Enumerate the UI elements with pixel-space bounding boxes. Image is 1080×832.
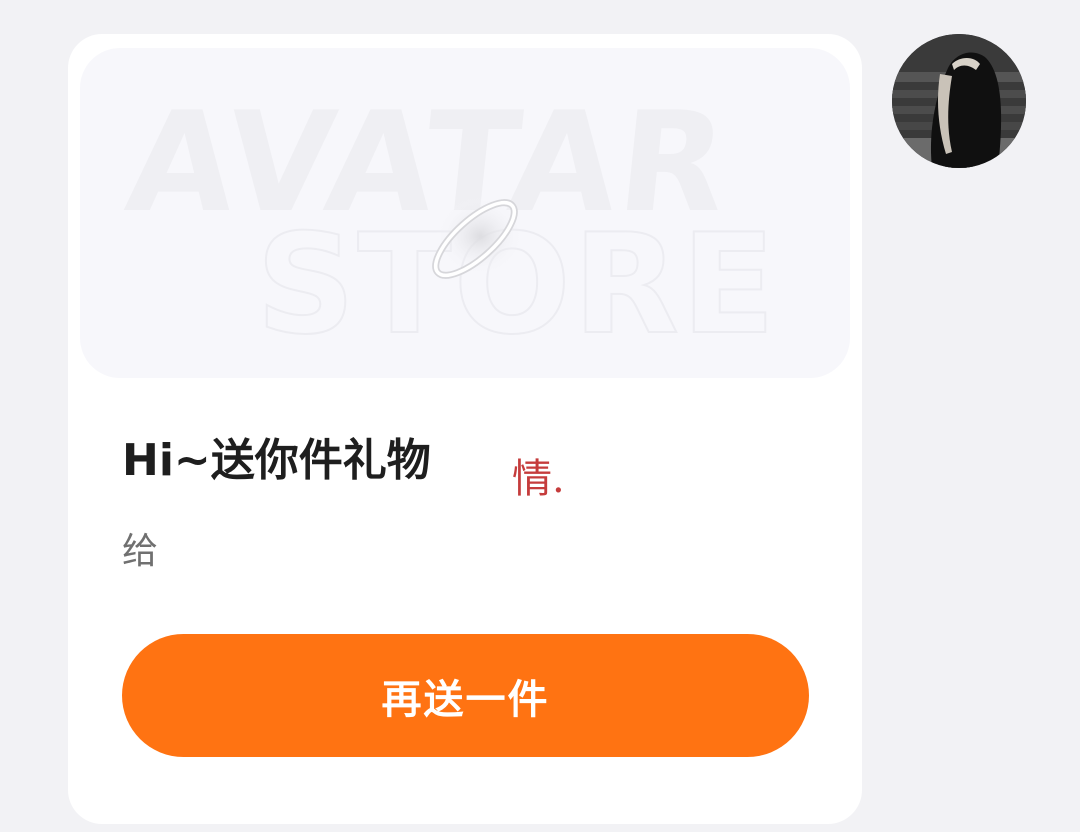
send-again-button[interactable]: 再送一件 [122,634,809,757]
avatar-photo-icon [892,34,1026,168]
gift-title: Hi~送你件礼物 [122,435,431,486]
gift-subtitle: 给 [122,531,159,572]
halo-ring-icon [432,196,524,279]
user-avatar[interactable] [892,34,1026,168]
gift-stamp: 情. [512,456,565,502]
avatar-store-banner: AVATAR STORE [80,48,850,378]
